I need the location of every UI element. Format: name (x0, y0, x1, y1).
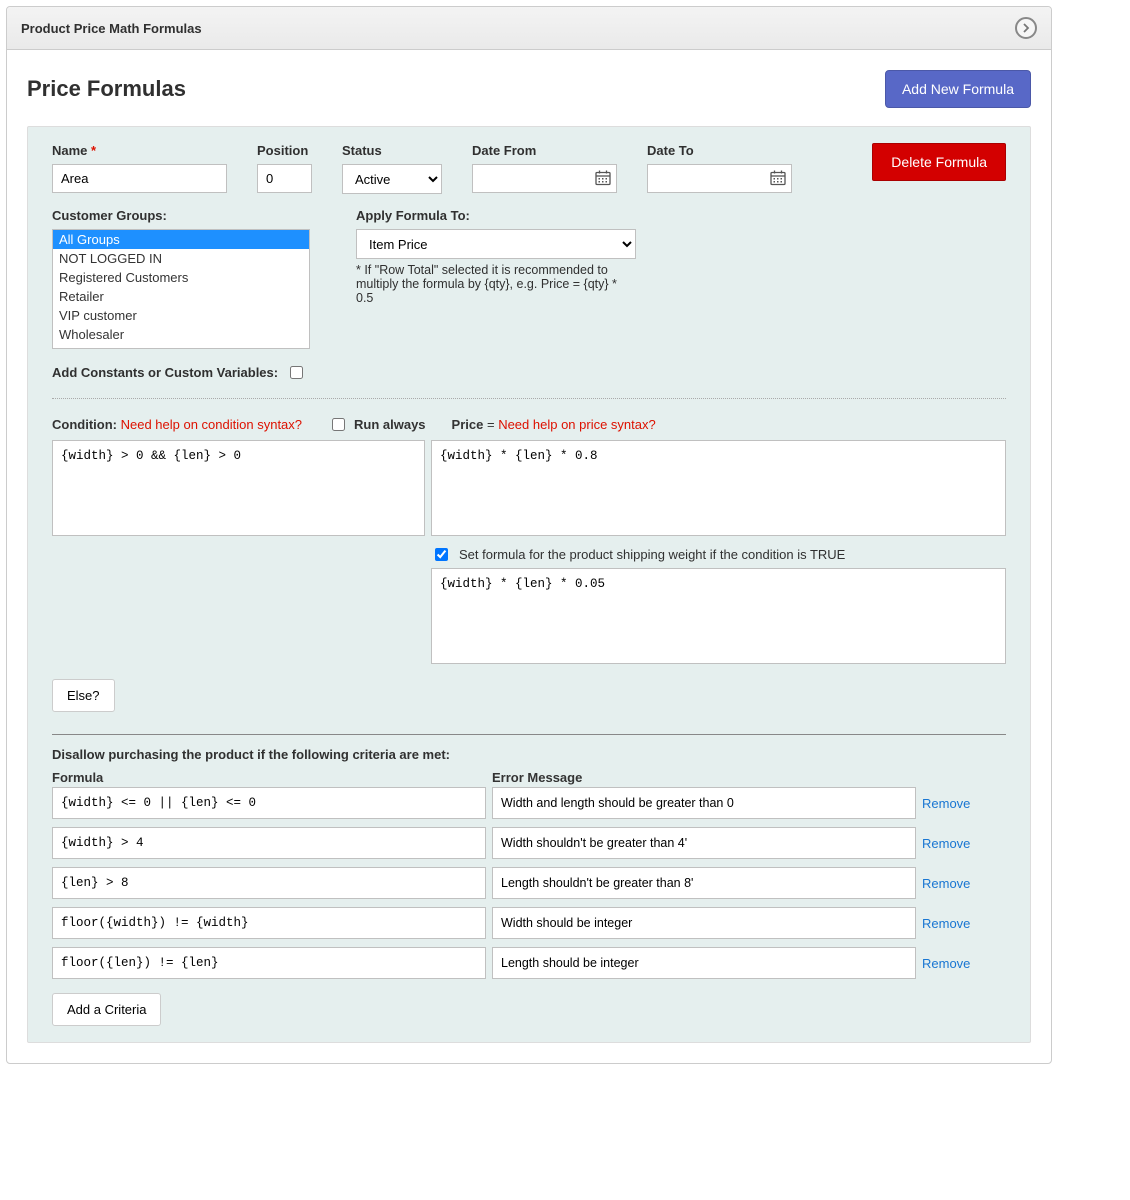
apply-note: * If "Row Total" selected it is recommen… (356, 263, 636, 305)
customer-group-option[interactable]: VIP customer (53, 306, 309, 325)
collapse-button[interactable] (1015, 17, 1037, 39)
run-always-label: Run always (354, 417, 426, 432)
position-label: Position (257, 143, 312, 158)
customer-group-option[interactable]: All Groups (53, 230, 309, 249)
apply-to-select[interactable]: Item Price (356, 229, 636, 259)
criteria-formula-input[interactable] (52, 907, 486, 939)
name-input[interactable] (52, 164, 227, 193)
criteria-row: Remove (52, 867, 1006, 899)
customer-group-option[interactable]: NOT LOGGED IN (53, 249, 309, 268)
criteria-row: Remove (52, 947, 1006, 979)
criteria-formula-input[interactable] (52, 827, 486, 859)
criteria-row: Remove (52, 907, 1006, 939)
page-title: Price Formulas (27, 76, 186, 102)
shipping-weight-checkbox[interactable] (435, 548, 448, 561)
criteria-formula-input[interactable] (52, 787, 486, 819)
position-input[interactable] (257, 164, 312, 193)
constants-checkbox[interactable] (290, 366, 303, 379)
status-label: Status (342, 143, 442, 158)
shipping-textarea[interactable] (431, 568, 1006, 664)
disallow-title: Disallow purchasing the product if the f… (52, 747, 1006, 762)
add-new-formula-button[interactable]: Add New Formula (885, 70, 1031, 108)
criteria-message-input[interactable] (492, 867, 916, 899)
chevron-right-icon (1021, 23, 1031, 33)
price-textarea[interactable] (431, 440, 1006, 536)
date-to-label: Date To (647, 143, 792, 158)
panel-title: Product Price Math Formulas (21, 21, 202, 36)
status-select[interactable]: Active (342, 164, 442, 194)
apply-to-label: Apply Formula To: (356, 208, 636, 223)
customer-group-option[interactable]: Retailer (53, 287, 309, 306)
condition-textarea[interactable] (52, 440, 425, 536)
date-from-input[interactable] (472, 164, 617, 193)
criteria-message-input[interactable] (492, 947, 916, 979)
date-to-input[interactable] (647, 164, 792, 193)
criteria-message-input[interactable] (492, 787, 916, 819)
col-formula-header: Formula (52, 770, 486, 785)
criteria-row: Remove (52, 787, 1006, 819)
remove-criteria-link[interactable]: Remove (922, 796, 970, 811)
constants-label: Add Constants or Custom Variables: (52, 365, 278, 380)
price-help-link[interactable]: Need help on price syntax? (498, 417, 656, 432)
customer-groups-listbox[interactable]: All GroupsNOT LOGGED INRegistered Custom… (52, 229, 310, 349)
criteria-formula-input[interactable] (52, 947, 486, 979)
else-button[interactable]: Else? (52, 679, 115, 712)
remove-criteria-link[interactable]: Remove (922, 876, 970, 891)
criteria-row: Remove (52, 827, 1006, 859)
customer-group-option[interactable]: Wholesaler (53, 325, 309, 344)
criteria-message-input[interactable] (492, 827, 916, 859)
condition-label: Condition: (52, 417, 117, 432)
remove-criteria-link[interactable]: Remove (922, 956, 970, 971)
remove-criteria-link[interactable]: Remove (922, 916, 970, 931)
add-criteria-button[interactable]: Add a Criteria (52, 993, 161, 1026)
date-from-label: Date From (472, 143, 617, 158)
criteria-message-input[interactable] (492, 907, 916, 939)
criteria-formula-input[interactable] (52, 867, 486, 899)
condition-help-link[interactable]: Need help on condition syntax? (121, 417, 302, 432)
customer-groups-label: Customer Groups: (52, 208, 310, 223)
customer-group-option[interactable]: Registered Customers (53, 268, 309, 287)
name-label: Name * (52, 143, 227, 158)
delete-formula-button[interactable]: Delete Formula (872, 143, 1006, 181)
run-always-checkbox[interactable] (332, 418, 345, 431)
panel-header: Product Price Math Formulas (7, 7, 1051, 50)
col-error-header: Error Message (492, 770, 916, 785)
shipping-weight-label: Set formula for the product shipping wei… (459, 547, 845, 562)
remove-criteria-link[interactable]: Remove (922, 836, 970, 851)
price-label: Price (452, 417, 484, 432)
